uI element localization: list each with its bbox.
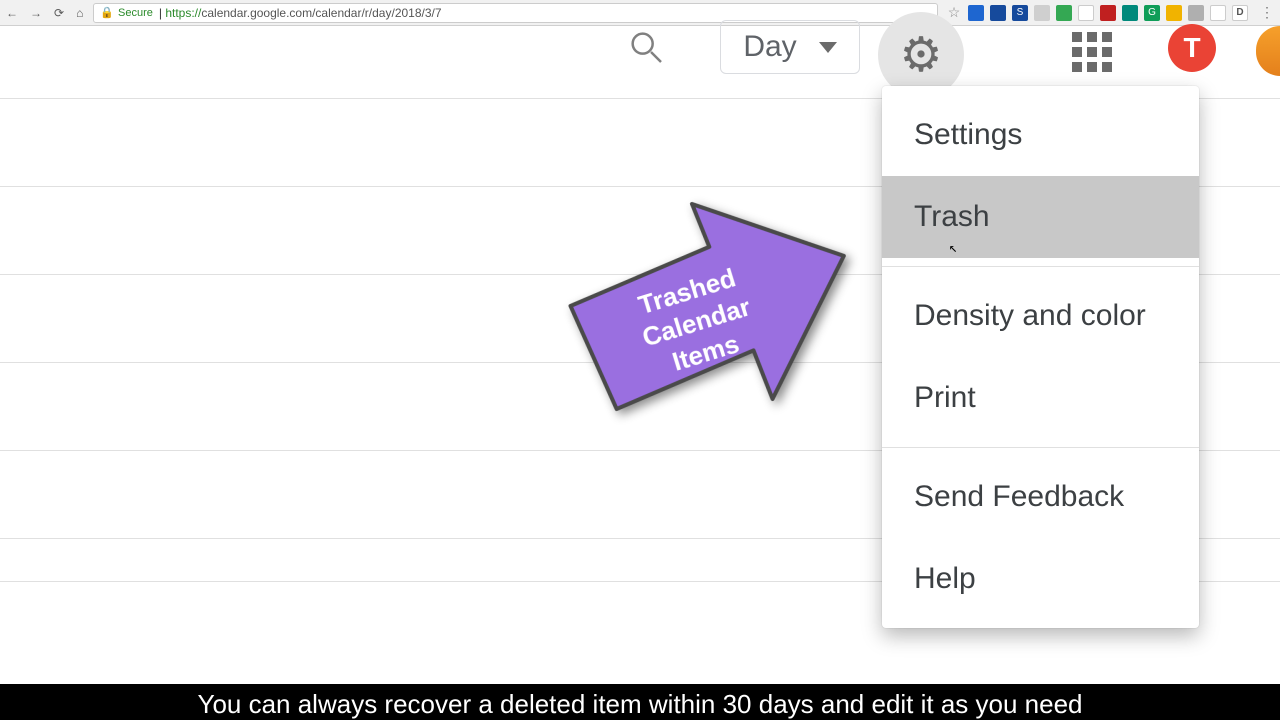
extension-icon[interactable] [968,5,984,21]
browser-chrome: ← → ⟳ ⌂ 🔒 Secure | https:// calendar.goo… [0,0,1280,26]
url-path: calendar.google.com/calendar/r/day/2018/… [201,6,441,20]
cast-icon[interactable] [1188,5,1204,21]
extension-icon[interactable] [1056,5,1072,21]
extension-icon[interactable]: S [1012,5,1028,21]
extension-icon[interactable] [1210,5,1226,21]
dropdown-item-trash[interactable]: Trash [882,176,1199,258]
nav-forward-icon[interactable]: → [30,6,42,20]
dropdown-item-help[interactable]: Help [882,538,1199,620]
dropdown-item-feedback[interactable]: Send Feedback [882,456,1199,538]
chrome-menu-icon[interactable]: ⋮ [1260,4,1274,21]
bookmark-star-icon[interactable]: ☆ [946,5,962,21]
view-selector-label: Day [743,30,796,64]
browser-nav-buttons: ← → ⟳ ⌂ [6,6,83,20]
dropdown-item-settings[interactable]: Settings [882,94,1199,176]
caption-text: You can always recover a deleted item wi… [197,689,1082,720]
nav-home-icon[interactable]: ⌂ [76,6,83,20]
extension-icon[interactable] [1122,5,1138,21]
profile-letter-icon[interactable]: D [1232,5,1248,21]
nav-reload-icon[interactable]: ⟳ [54,6,64,20]
settings-dropdown: Settings Trash Density and color Print S… [882,86,1199,628]
secure-label: Secure [118,7,153,19]
nav-back-icon[interactable]: ← [6,6,18,20]
dropdown-item-print[interactable]: Print [882,357,1199,439]
extension-icon[interactable]: G [1144,5,1160,21]
url-protocol: https:// [165,6,201,20]
chevron-down-icon [819,42,837,53]
account-avatar[interactable]: T [1168,24,1216,72]
extension-icon[interactable] [1166,5,1182,21]
view-selector[interactable]: Day [720,20,860,74]
gear-icon: ⚙ [899,27,942,83]
avatar-letter: T [1183,32,1200,64]
caption-bar: You can always recover a deleted item wi… [0,684,1280,720]
lock-icon: 🔒 [100,6,114,19]
google-apps-icon[interactable] [1072,32,1112,72]
extension-icon[interactable] [1078,5,1094,21]
account-badge [1256,26,1280,76]
extension-icon[interactable] [990,5,1006,21]
extension-icon[interactable] [1034,5,1050,21]
dropdown-item-density[interactable]: Density and color [882,275,1199,357]
search-icon[interactable] [625,26,667,68]
extension-icon[interactable] [1100,5,1116,21]
extension-row: ☆ S G D ⋮ [946,4,1274,21]
